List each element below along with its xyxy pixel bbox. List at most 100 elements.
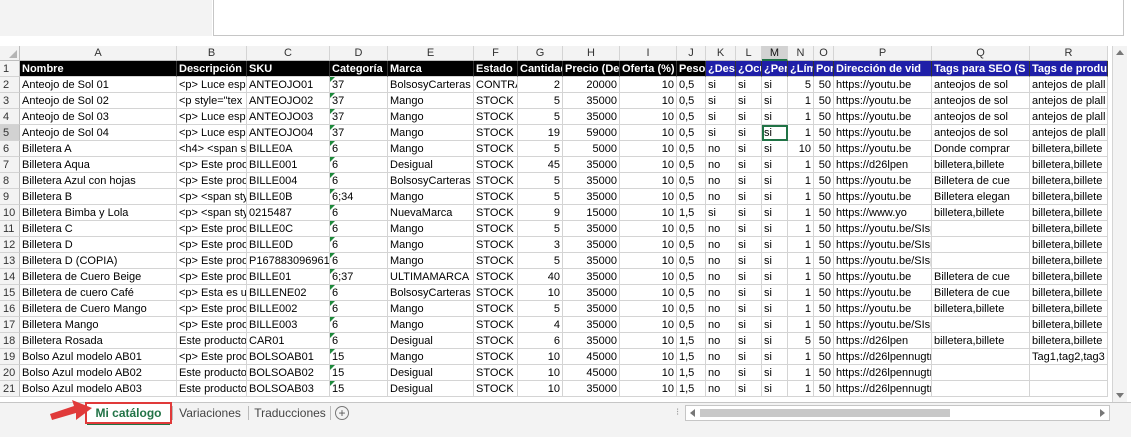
table-cell[interactable]: STOCK (474, 365, 518, 381)
table-cell[interactable]: 6 (330, 205, 388, 221)
table-cell[interactable]: Billetera de Cuero Mango (20, 301, 177, 317)
table-cell[interactable]: billetera,billete (1030, 253, 1108, 269)
table-cell[interactable]: 3 (518, 237, 563, 253)
table-cell[interactable]: si (736, 125, 762, 141)
table-cell[interactable]: no (706, 141, 736, 157)
table-cell[interactable]: STOCK (474, 317, 518, 333)
table-cell[interactable]: 37 (330, 93, 388, 109)
table-cell[interactable]: STOCK (474, 301, 518, 317)
column-header-j[interactable]: J (677, 46, 706, 61)
table-cell[interactable]: billetera,billete (1030, 269, 1108, 285)
table-cell[interactable]: BILLE0C (247, 221, 330, 237)
table-cell[interactable]: <p> <span sty (177, 189, 247, 205)
header-cell[interactable]: SKU (247, 61, 330, 77)
horizontal-scrollbar[interactable] (685, 405, 1110, 421)
table-cell[interactable]: Billetera Aqua (20, 157, 177, 173)
table-cell[interactable]: <p style="tex (177, 93, 247, 109)
table-cell[interactable]: BOLSOAB02 (247, 365, 330, 381)
table-cell[interactable]: 1 (788, 349, 814, 365)
table-cell[interactable]: 0,5 (677, 189, 706, 205)
table-cell[interactable]: antejos de plall (1030, 77, 1108, 93)
table-cell[interactable]: billetera,billete (1030, 189, 1108, 205)
table-cell[interactable]: https://d26lpennugtm8s.cloudfront.net/st… (834, 381, 932, 397)
scroll-thumb[interactable] (700, 409, 950, 417)
header-cell[interactable]: Dirección de vid (834, 61, 932, 77)
table-cell[interactable]: 35000 (563, 109, 620, 125)
table-cell[interactable]: Anteojo de Sol 02 (20, 93, 177, 109)
table-cell[interactable]: anteojos de sol (932, 93, 1030, 109)
table-cell[interactable]: 1 (788, 109, 814, 125)
table-cell[interactable]: 0,5 (677, 109, 706, 125)
table-cell[interactable]: 10 (518, 381, 563, 397)
header-cell[interactable]: Tags de produc (1030, 61, 1108, 77)
table-cell[interactable]: https://youtu.be (834, 141, 932, 157)
table-cell[interactable] (932, 381, 1030, 397)
table-cell[interactable]: 6 (330, 301, 388, 317)
table-cell[interactable]: NuevaMarca (388, 205, 474, 221)
table-cell[interactable]: 5 (518, 141, 563, 157)
table-cell[interactable]: https://youtu.be/SIsp3kFeINw (834, 253, 932, 269)
header-cell[interactable]: Tags para SEO (S (932, 61, 1030, 77)
table-cell[interactable]: billetera,billete (1030, 221, 1108, 237)
table-cell[interactable]: STOCK (474, 381, 518, 397)
table-cell[interactable] (1030, 365, 1108, 381)
table-cell[interactable]: 10 (518, 349, 563, 365)
table-cell[interactable]: 35000 (563, 285, 620, 301)
table-cell[interactable]: 10 (518, 285, 563, 301)
table-cell[interactable]: 50 (814, 93, 834, 109)
table-cell[interactable]: no (706, 317, 736, 333)
table-cell[interactable]: billetera,billete (1030, 141, 1108, 157)
table-cell[interactable]: 10 (620, 93, 677, 109)
table-cell[interactable]: 0,5 (677, 173, 706, 189)
table-cell[interactable]: 37 (330, 77, 388, 93)
table-cell[interactable]: 0,5 (677, 157, 706, 173)
table-cell[interactable]: no (706, 173, 736, 189)
table-cell[interactable]: https://d26lpen (834, 157, 932, 173)
table-cell[interactable]: 0,5 (677, 125, 706, 141)
table-cell[interactable]: Anteojo de Sol 01 (20, 77, 177, 93)
table-cell[interactable]: 0,5 (677, 317, 706, 333)
table-cell[interactable]: 6 (330, 157, 388, 173)
table-cell[interactable]: 50 (814, 285, 834, 301)
header-cell[interactable]: Precio (Dec (563, 61, 620, 77)
table-cell[interactable]: BolsosyCarteras (388, 285, 474, 301)
table-cell[interactable]: 1,5 (677, 205, 706, 221)
row-number[interactable]: 20 (0, 365, 20, 381)
table-cell[interactable]: no (706, 189, 736, 205)
row-number[interactable]: 15 (0, 285, 20, 301)
table-cell[interactable]: BILLE0B (247, 189, 330, 205)
table-cell[interactable]: 10 (620, 141, 677, 157)
table-cell[interactable] (932, 317, 1030, 333)
row-number[interactable]: 14 (0, 269, 20, 285)
table-cell[interactable]: 0215487 (247, 205, 330, 221)
table-cell[interactable]: si (762, 93, 788, 109)
table-cell[interactable]: STOCK (474, 349, 518, 365)
column-header-n[interactable]: N (788, 46, 814, 61)
table-cell[interactable]: 6 (330, 237, 388, 253)
column-header-c[interactable]: C (247, 46, 330, 61)
column-header-d[interactable]: D (330, 46, 388, 61)
table-cell[interactable]: 5 (518, 93, 563, 109)
table-cell[interactable]: 0,5 (677, 237, 706, 253)
table-cell[interactable]: Mango (388, 301, 474, 317)
column-header-e[interactable]: E (388, 46, 474, 61)
table-cell[interactable]: 50 (814, 125, 834, 141)
table-cell[interactable]: https://youtu.be (834, 301, 932, 317)
table-cell[interactable]: STOCK (474, 269, 518, 285)
table-cell[interactable]: https://d26lpen (834, 333, 932, 349)
table-cell[interactable]: Billetera B (20, 189, 177, 205)
table-cell[interactable]: CONTRA (474, 77, 518, 93)
table-cell[interactable]: BILLE0A (247, 141, 330, 157)
table-cell[interactable]: 50 (814, 365, 834, 381)
table-cell[interactable]: 10 (620, 365, 677, 381)
header-cell[interactable]: Marca (388, 61, 474, 77)
table-cell[interactable]: si (762, 301, 788, 317)
table-cell[interactable]: STOCK (474, 285, 518, 301)
table-cell[interactable]: 10 (788, 141, 814, 157)
table-cell[interactable]: 10 (620, 109, 677, 125)
table-cell[interactable]: <p> Este prod (177, 157, 247, 173)
table-cell[interactable]: 0,5 (677, 141, 706, 157)
table-cell[interactable]: ANTEOJO03 (247, 109, 330, 125)
table-cell[interactable]: si (762, 253, 788, 269)
table-cell[interactable]: 5 (518, 109, 563, 125)
